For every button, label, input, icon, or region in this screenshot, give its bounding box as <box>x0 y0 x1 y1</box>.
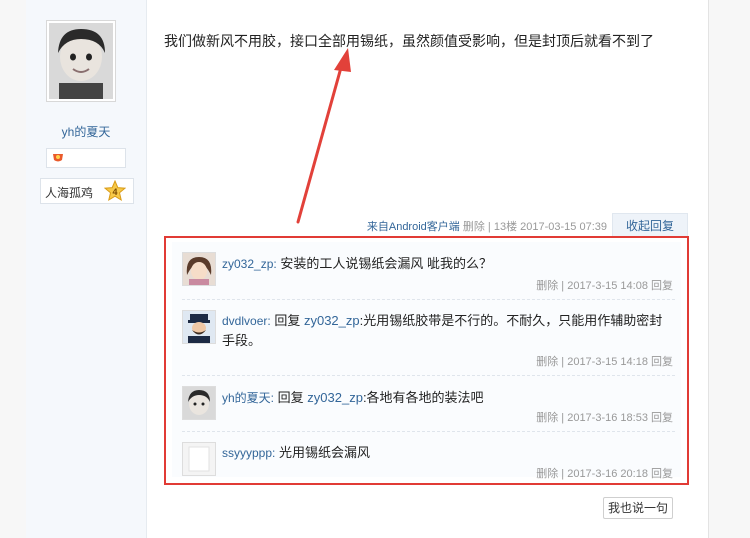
comment-meta: 删除 | 2017-3-16 18:53 回复 <box>536 412 673 424</box>
commenter-name[interactable]: yh的夏天: <box>222 391 274 405</box>
rank-level: 4 <box>112 187 117 197</box>
author-avatar[interactable] <box>46 20 116 102</box>
avatar-image <box>183 443 215 475</box>
post-source-link[interactable]: 来自Android客户端 <box>367 221 460 233</box>
reply-mention-link[interactable]: zy032_zp <box>304 313 360 328</box>
comment-meta: 删除 | 2017-3-16 20:18 回复 <box>536 468 673 480</box>
comment-item: dvdlvoer: 回复 zy032_zp:光用锡纸胶带是不行的。不耐久，只能用… <box>172 300 681 376</box>
avatar-image <box>183 387 215 419</box>
collapse-replies-button[interactable]: 收起回复 <box>612 213 688 237</box>
comment-time: 2017-3-15 14:08 <box>567 280 648 292</box>
medal-icon <box>53 154 63 162</box>
comment-reply-link[interactable]: 回复 <box>651 280 673 292</box>
avatar-image <box>183 253 215 285</box>
comment-delete-link[interactable]: 删除 <box>536 468 558 480</box>
comment-text: zy032_zp: 安装的工人说锡纸会漏风 呲我的么？ <box>222 254 667 274</box>
author-username[interactable]: yh的夏天 <box>46 123 126 140</box>
post-content: 我们做新风不用胶，接口全部用锡纸，虽然颜值受影响，但是封顶后就看不到了 <box>164 33 654 49</box>
comment-meta: 删除 | 2017-3-15 14:08 回复 <box>536 280 673 292</box>
comment-body: 安装的工人说锡纸会漏风 呲我的么？ <box>280 256 492 271</box>
page-background-right <box>707 0 750 538</box>
author-rank: 人海孤鸡 4 <box>40 178 134 204</box>
comment-delete-link[interactable]: 删除 <box>536 280 558 292</box>
commenter-avatar[interactable] <box>182 310 216 344</box>
comment-reply-link[interactable]: 回复 <box>651 412 673 424</box>
reply-prefix: 回复 <box>274 313 301 328</box>
avatar-image <box>183 311 215 343</box>
comment-text: ssyyyppp: 光用锡纸会漏风 <box>222 443 667 463</box>
comment-delete-link[interactable]: 删除 <box>536 412 558 424</box>
comment-list-inner: zy032_zp: 安装的工人说锡纸会漏风 呲我的么？ 删除 | 2017-3-… <box>172 242 681 480</box>
post-delete-link[interactable]: 删除 <box>463 221 485 233</box>
comment-time: 2017-3-16 18:53 <box>567 412 648 424</box>
comment-body: 光用锡纸会漏风 <box>278 445 370 460</box>
commenter-name[interactable]: ssyyyppp: <box>222 446 275 460</box>
comment-time: 2017-3-16 20:18 <box>567 468 648 480</box>
comment-item: zy032_zp: 安装的工人说锡纸会漏风 呲我的么？ 删除 | 2017-3-… <box>172 242 681 300</box>
commenter-avatar[interactable] <box>182 252 216 286</box>
reply-mention-link[interactable]: zy032_zp <box>307 390 363 405</box>
comment-reply-link[interactable]: 回复 <box>651 468 673 480</box>
comment-list: zy032_zp: 安装的工人说锡纸会漏风 呲我的么？ 删除 | 2017-3-… <box>164 236 689 485</box>
post-timestamp: 2017-03-15 07:39 <box>520 221 607 233</box>
commenter-avatar[interactable] <box>182 442 216 476</box>
commenter-avatar[interactable] <box>182 386 216 420</box>
comment-item: ssyyyppp: 光用锡纸会漏风 删除 | 2017-3-16 20:18 回… <box>172 432 681 480</box>
comment-time: 2017-3-15 14:18 <box>567 356 648 368</box>
medal-box <box>46 148 126 168</box>
rank-label: 人海孤鸡 <box>45 186 94 200</box>
comment-delete-link[interactable]: 删除 <box>536 356 558 368</box>
comment-text: yh的夏天: 回复 zy032_zp:各地有各地的装法吧 <box>222 388 667 408</box>
commenter-name[interactable]: zy032_zp: <box>222 257 277 271</box>
comment-text: dvdlvoer: 回复 zy032_zp:光用锡纸胶带是不行的。不耐久，只能用… <box>222 311 667 351</box>
comment-body: :各地有各地的装法吧 <box>362 390 484 405</box>
reply-prefix: 回复 <box>277 390 304 405</box>
rank-star-icon: 4 <box>104 180 126 202</box>
post-meta: 来自Android客户端 删除 | 13楼 2017-03-15 07:39 <box>366 221 607 233</box>
comment-item: yh的夏天: 回复 zy032_zp:各地有各地的装法吧 删除 | 2017-3… <box>172 376 681 432</box>
post-floor: 13楼 <box>493 221 518 233</box>
commenter-name[interactable]: dvdlvoer: <box>222 314 271 328</box>
comment-reply-link[interactable]: 回复 <box>651 356 673 368</box>
add-reply-button[interactable]: 我也说一句 <box>603 497 673 519</box>
page-background-left <box>0 0 26 538</box>
author-avatar-image <box>49 23 113 99</box>
comment-meta: 删除 | 2017-3-15 14:18 回复 <box>536 356 673 368</box>
